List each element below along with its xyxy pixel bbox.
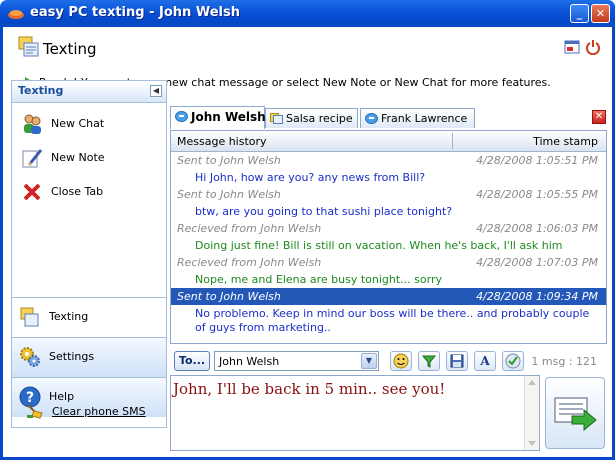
chat-bubble-icon: [175, 111, 188, 122]
window-close-button[interactable]: ✕: [591, 4, 610, 23]
close-tab-label: Close Tab: [51, 185, 104, 198]
message-header-row[interactable]: Sent to John Welsh 4/28/2008 1:05:51 PM: [171, 152, 606, 169]
history-column-header: Message history Time stamp: [171, 131, 606, 152]
message-text: Hi John, how are you? any news from Bill…: [195, 171, 426, 184]
red-x-icon: [23, 183, 41, 201]
spellcheck-icon: [505, 353, 521, 369]
new-chat-action[interactable]: New Chat: [12, 107, 166, 141]
texting-header-icon: [18, 36, 39, 57]
page-title: Texting: [43, 40, 97, 58]
clear-phone-sms-link[interactable]: Clear phone SMS: [12, 397, 166, 427]
power-icon[interactable]: [585, 39, 601, 55]
message-header-row[interactable]: Recieved from John Welsh 4/28/2008 1:06:…: [171, 220, 606, 237]
emoticon-button[interactable]: [390, 351, 412, 371]
column-message-history[interactable]: Message history: [177, 135, 267, 148]
people-icon: [24, 114, 41, 134]
compose-toolbar: To... John Welsh ▼ A 1 msg : 121: [170, 349, 607, 373]
recipient-dropdown[interactable]: John Welsh ▼: [214, 351, 379, 371]
scroll-up-icon[interactable]: [528, 380, 536, 385]
message-header-row[interactable]: Recieved from John Welsh 4/28/2008 1:07:…: [171, 254, 606, 271]
chat-bubble-icon: [365, 113, 378, 124]
nav-texting-label: Texting: [49, 310, 89, 323]
nav-settings[interactable]: Settings: [12, 337, 166, 377]
column-time-stamp[interactable]: Time stamp: [533, 135, 598, 148]
to-button[interactable]: To...: [174, 351, 210, 371]
sidebar-header: Texting ◀: [12, 81, 166, 103]
minimize-button[interactable]: _: [570, 4, 589, 23]
send-button[interactable]: [545, 377, 605, 449]
nav-settings-label: Settings: [49, 350, 95, 363]
message-text: Doing just fine! Bill is still on vacati…: [195, 239, 563, 252]
floppy-icon: [450, 354, 464, 368]
message-header-row[interactable]: Sent to John Welsh 4/28/2008 1:05:55 PM: [171, 186, 606, 203]
message-text: No problemo. Keep in mind our boss will …: [195, 307, 590, 334]
sidebar-title: Texting: [18, 84, 64, 97]
gears-icon: [20, 347, 40, 367]
filter-icon: [421, 355, 437, 368]
texting-icon: [20, 307, 39, 327]
send-icon: [554, 397, 597, 432]
filter-button[interactable]: [418, 351, 440, 371]
collapse-icon[interactable]: ◀: [150, 85, 162, 97]
close-tab-action[interactable]: Close Tab: [12, 175, 166, 209]
compose-text[interactable]: John, I'll be back in 5 min.. see you!: [173, 380, 445, 398]
note-icon: [270, 113, 283, 124]
tab-john-welsh[interactable]: John Welsh: [170, 106, 266, 129]
compose-scrollbar[interactable]: [524, 376, 539, 450]
message-history: Message history Time stamp Sent to John …: [170, 130, 607, 344]
new-note-action[interactable]: New Note: [12, 141, 166, 175]
message-text: Nope, me and Elena are busy tonight... s…: [195, 273, 442, 286]
new-note-label: New Note: [51, 151, 105, 164]
sidebar: Texting ◀ New Chat New Note Close Tab Te…: [11, 80, 167, 428]
tab-frank-lawrence[interactable]: Frank Lawrence: [360, 108, 475, 128]
font-icon: A: [480, 354, 490, 368]
pencil-icon: [22, 149, 43, 168]
compose-input[interactable]: John, I'll be back in 5 min.. see you!: [170, 375, 540, 451]
smiley-icon: [393, 353, 409, 369]
scroll-down-icon[interactable]: [528, 441, 536, 446]
spellcheck-button[interactable]: [502, 351, 524, 371]
close-tab-icon[interactable]: ✕: [592, 110, 606, 124]
window-title: easy PC texting - John Welsh: [30, 5, 240, 20]
nav-texting[interactable]: Texting: [12, 297, 166, 337]
message-text: btw, are you going to that sushi place t…: [195, 205, 453, 218]
window-layout-icon[interactable]: [564, 39, 580, 55]
broom-icon: [27, 404, 43, 419]
message-count: 1 msg : 121: [531, 355, 597, 368]
save-button[interactable]: [446, 351, 468, 371]
clear-phone-sms-label: Clear phone SMS: [52, 405, 146, 418]
title-bar[interactable]: easy PC texting - John Welsh _ ✕: [0, 0, 615, 27]
app-icon: [8, 10, 24, 19]
chevron-down-icon[interactable]: ▼: [361, 353, 377, 369]
tab-salsa-recipe[interactable]: Salsa recipe: [265, 108, 358, 128]
font-button[interactable]: A: [474, 351, 496, 371]
message-header-row-selected[interactable]: Sent to John Welsh 4/28/2008 1:09:34 PM: [171, 288, 606, 305]
new-chat-label: New Chat: [51, 117, 105, 130]
